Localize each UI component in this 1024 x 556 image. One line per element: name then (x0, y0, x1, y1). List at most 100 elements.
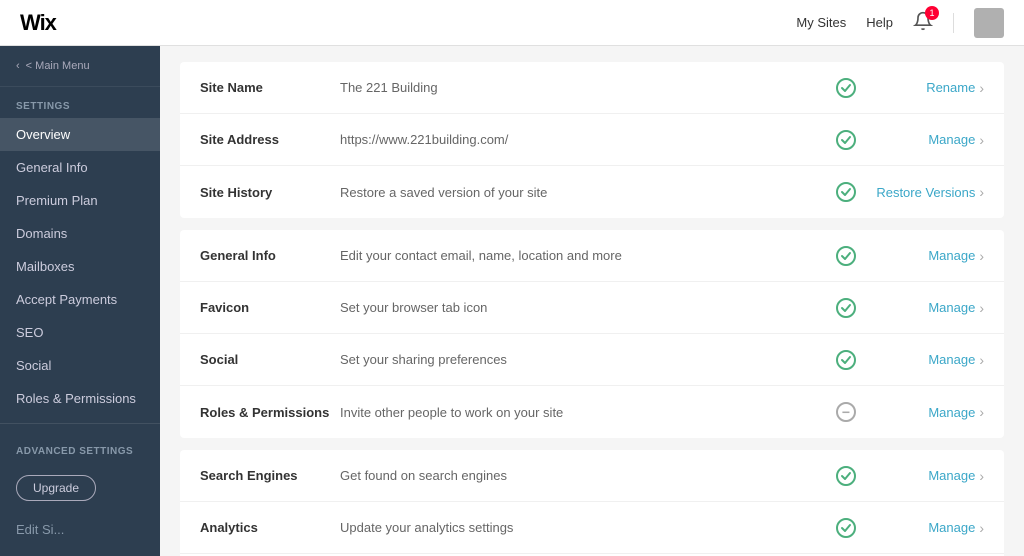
row-action: Rename › (864, 80, 984, 96)
table-row: Site NameThe 221 Building Rename › (180, 62, 1004, 114)
row-description: Restore a saved version of your site (340, 185, 828, 200)
table-row: General InfoEdit your contact email, nam… (180, 230, 1004, 282)
help-link[interactable]: Help (866, 15, 893, 30)
table-row: AnalyticsUpdate your analytics settings M… (180, 502, 1004, 554)
table-row: FaviconSet your browser tab icon Manage › (180, 282, 1004, 334)
table-row: Search EnginesGet found on search engine… (180, 450, 1004, 502)
row-action: Manage› (864, 520, 984, 536)
row-status-icon (828, 518, 864, 538)
action-link[interactable]: Manage (928, 520, 975, 535)
chevron-right-icon: › (979, 352, 984, 368)
notification-icon[interactable]: 1 (913, 11, 933, 34)
chevron-right-icon: › (979, 300, 984, 316)
row-name-label: Site History (200, 185, 340, 200)
sidebar-item-domains[interactable]: Domains (0, 217, 160, 250)
sidebar-item-premium-plan[interactable]: Premium Plan (0, 184, 160, 217)
row-name-label: Search Engines (200, 468, 340, 483)
action-link[interactable]: Manage (928, 248, 975, 263)
row-description: Set your browser tab icon (340, 300, 828, 315)
sidebar-item-seo[interactable]: SEO (0, 316, 160, 349)
row-action: Restore Versions › (864, 184, 984, 200)
card-advanced: Search EnginesGet found on search engine… (180, 450, 1004, 556)
sidebar-item-general-info[interactable]: General Info (0, 151, 160, 184)
card-general: General InfoEdit your contact email, nam… (180, 230, 1004, 438)
chevron-right-icon: › (979, 184, 984, 200)
top-nav: Wix My Sites Help 1 (0, 0, 1024, 46)
avatar[interactable] (974, 8, 1004, 38)
advanced-section-label: ADVANCED SETTINGS (0, 432, 160, 463)
row-status-icon (828, 298, 864, 318)
check-circle-icon (836, 466, 856, 486)
back-arrow-icon: ‹ (16, 60, 20, 72)
main-menu-back[interactable]: ‹ < Main Menu (0, 46, 160, 87)
sidebar-item-overview[interactable]: Overview (0, 118, 160, 151)
table-row: Site Addresshttps://www.221building.com/… (180, 114, 1004, 166)
chevron-right-icon: › (979, 80, 984, 96)
row-name-label: General Info (200, 248, 340, 263)
row-description: The 221 Building (340, 80, 828, 95)
row-name-label: Social (200, 352, 340, 367)
row-name-label: Roles & Permissions (200, 405, 340, 420)
row-status-icon (828, 246, 864, 266)
sidebar-nav: OverviewGeneral InfoPremium PlanDomainsM… (0, 118, 160, 415)
row-status-icon (828, 466, 864, 486)
row-action: Manage › (864, 132, 984, 148)
sidebar-item-mailboxes[interactable]: Mailboxes (0, 250, 160, 283)
check-circle-icon (836, 130, 856, 150)
row-action: Manage › (864, 300, 984, 316)
check-circle-icon (836, 298, 856, 318)
row-description: Get found on search engines (340, 468, 828, 483)
settings-section-label: SETTINGS (0, 87, 160, 118)
top-nav-right: My Sites Help 1 (796, 8, 1004, 38)
row-action: Manage › (864, 468, 984, 484)
sidebar-divider (0, 423, 160, 424)
row-name-label: Site Address (200, 132, 340, 147)
upgrade-button[interactable]: Upgrade (16, 475, 96, 501)
row-status-icon (828, 130, 864, 150)
table-row: Roles & PermissionsInvite other people t… (180, 386, 1004, 438)
wix-logo: Wix (20, 10, 56, 36)
check-circle-icon (836, 350, 856, 370)
sidebar-item-social[interactable]: Social (0, 349, 160, 382)
action-link[interactable]: Manage (928, 468, 975, 483)
action-link[interactable]: Manage (928, 132, 975, 147)
card-site: Site NameThe 221 BuildingRename›Site Add… (180, 62, 1004, 218)
chevron-right-icon: › (979, 248, 984, 264)
settings-cards: Site NameThe 221 BuildingRename›Site Add… (180, 62, 1004, 556)
nav-separator (953, 13, 954, 33)
sidebar: ‹ < Main Menu SETTINGS OverviewGeneral I… (0, 46, 160, 556)
check-circle-icon (836, 182, 856, 202)
row-description: Set your sharing preferences (340, 352, 828, 367)
minus-circle-icon: − (836, 402, 856, 422)
sidebar-bottom: Upgrade (0, 463, 160, 513)
row-status-icon: − (828, 402, 864, 422)
row-name-label: Site Name (200, 80, 340, 95)
row-action: Manage › (864, 404, 984, 420)
sidebar-item-accept-payments[interactable]: Accept Payments (0, 283, 160, 316)
check-circle-icon (836, 78, 856, 98)
edit-site-item[interactable]: Edit Si... (0, 513, 160, 546)
table-row: SocialSet your sharing preferences Manage… (180, 334, 1004, 386)
action-link[interactable]: Manage (928, 300, 975, 315)
action-link[interactable]: Manage (928, 405, 975, 420)
chevron-right-icon: › (979, 404, 984, 420)
action-link[interactable]: Manage (928, 352, 975, 367)
action-link[interactable]: Rename (926, 80, 975, 95)
chevron-right-icon: › (979, 468, 984, 484)
row-status-icon (828, 182, 864, 202)
row-description: Edit your contact email, name, location … (340, 248, 828, 263)
sidebar-item-roles-permissions[interactable]: Roles & Permissions (0, 382, 160, 415)
check-circle-icon (836, 246, 856, 266)
row-action: Manage › (864, 352, 984, 368)
row-name-label: Favicon (200, 300, 340, 315)
row-status-icon (828, 350, 864, 370)
main-layout: ‹ < Main Menu SETTINGS OverviewGeneral I… (0, 46, 1024, 556)
content-area: Site NameThe 221 BuildingRename›Site Add… (160, 46, 1024, 556)
chevron-right-icon: › (979, 132, 984, 148)
notif-badge: 1 (925, 6, 939, 20)
row-description: Update your analytics settings (340, 520, 828, 535)
action-link[interactable]: Restore Versions (876, 185, 975, 200)
my-sites-link[interactable]: My Sites (796, 15, 846, 30)
row-name-label: Analytics (200, 520, 340, 535)
row-action: Manage › (864, 248, 984, 264)
